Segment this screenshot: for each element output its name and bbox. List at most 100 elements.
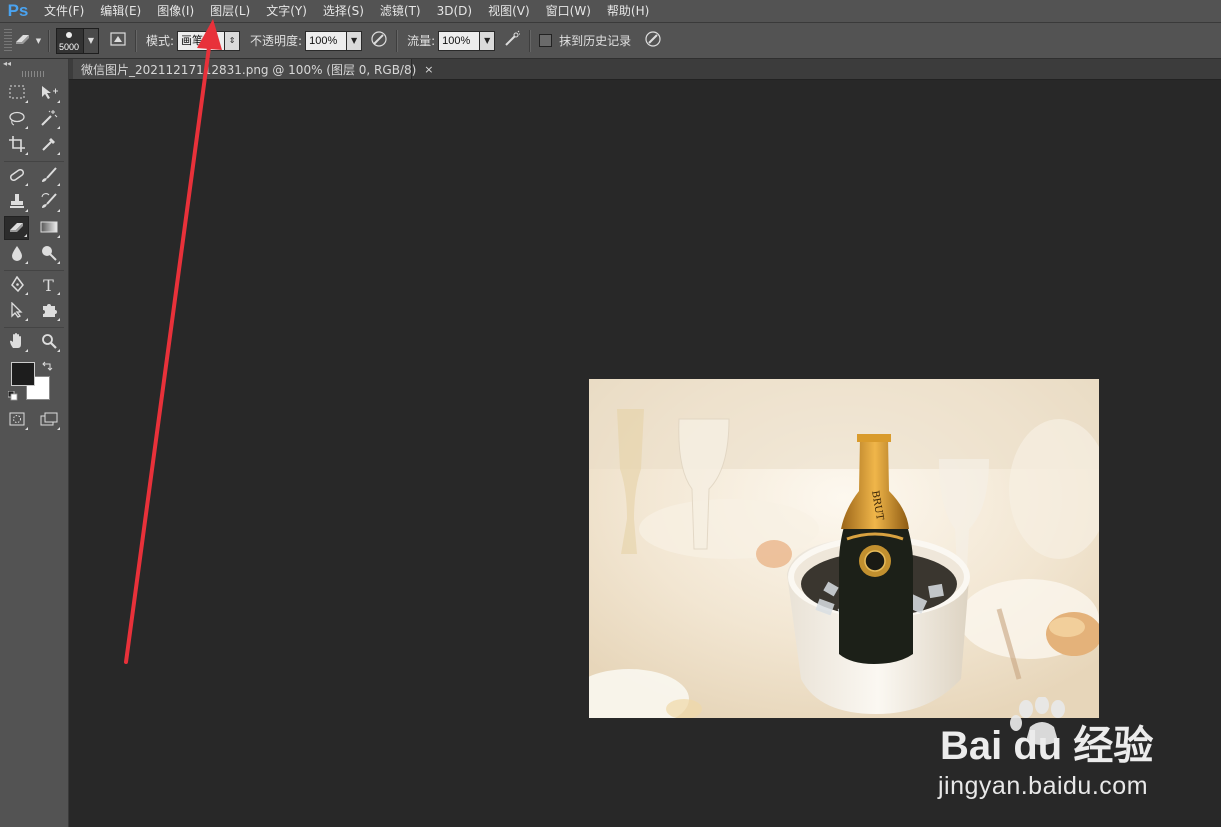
move-icon <box>40 84 58 103</box>
gradient-tool[interactable] <box>36 216 61 240</box>
brush-panel-toggle[interactable] <box>107 30 129 52</box>
options-bar: ▼ 5000 ▼ 模式: 画笔 ⇕ 不透明度: 100% ▼ 流量: 100% … <box>0 23 1221 59</box>
marquee-icon <box>9 85 25 102</box>
eyedropper-tool[interactable] <box>36 133 61 157</box>
menu-filter[interactable]: 滤镜(T) <box>372 0 429 22</box>
document-tab[interactable]: 微信图片_20211217112831.png @ 100% (图层 0, RG… <box>73 59 434 79</box>
options-bar-grip[interactable] <box>4 28 12 53</box>
pressure-size-icon <box>644 30 662 51</box>
arrow-cursor-icon <box>10 300 24 321</box>
divider <box>48 29 50 52</box>
foreground-color[interactable] <box>11 362 35 386</box>
crop-icon <box>8 135 25 155</box>
blur-tool[interactable] <box>4 242 29 266</box>
mode-select[interactable]: 画笔 ⇕ <box>177 30 241 51</box>
magic-wand-tool[interactable] <box>36 107 61 131</box>
flow-label: 流量: <box>407 34 436 48</box>
airbrush-button[interactable] <box>501 30 523 52</box>
brush-panel-icon <box>110 31 126 50</box>
menu-type[interactable]: 文字(Y) <box>258 0 315 22</box>
custom-shape-tool[interactable] <box>36 299 61 323</box>
brush-preset-picker[interactable]: 5000 <box>56 27 84 54</box>
history-brush-icon <box>40 192 58 212</box>
path-selection-tool[interactable] <box>4 299 29 323</box>
document-tab-title[interactable]: 微信图片_20211217112831.png @ 100% (图层 0, RG… <box>73 61 416 78</box>
history-brush-tool[interactable] <box>36 190 61 214</box>
divider <box>4 327 64 328</box>
photoshop-logo[interactable]: Ps <box>2 0 34 22</box>
brush-size-value: 5000 <box>59 41 80 52</box>
pressure-pen-icon <box>370 30 388 51</box>
divider <box>4 270 64 271</box>
pen-tool[interactable] <box>4 273 29 297</box>
move-tool[interactable] <box>36 81 61 105</box>
divider <box>135 29 137 52</box>
stamp-icon <box>9 193 25 212</box>
puzzle-shape-icon <box>40 302 58 321</box>
bandage-icon <box>8 167 26 186</box>
magnifier-icon <box>41 333 57 352</box>
menu-image[interactable]: 图像(I) <box>149 0 202 22</box>
opacity-control[interactable]: 100% ▼ <box>305 30 363 51</box>
watermark-brand: Bai du 经验 <box>940 724 1153 768</box>
menu-select[interactable]: 选择(S) <box>315 0 372 22</box>
mode-label: 模式: <box>146 34 175 48</box>
screen-mode-button[interactable] <box>36 408 61 432</box>
quick-mask-button[interactable] <box>4 408 29 432</box>
size-pressure-button[interactable] <box>642 30 664 52</box>
type-icon: T <box>43 275 54 295</box>
toolbox-grip[interactable] <box>22 71 46 77</box>
champagne-photo: BRUT <box>589 379 1099 718</box>
opacity-dropdown-arrow[interactable]: ▼ <box>347 30 363 51</box>
marquee-tool[interactable] <box>4 81 29 105</box>
magic-wand-icon <box>40 109 58 130</box>
tool-preset-picker[interactable]: ▼ <box>12 30 42 52</box>
healing-brush-tool[interactable] <box>4 164 29 188</box>
eyedropper-icon <box>41 136 57 155</box>
brush-preset-dropdown[interactable]: ▼ <box>84 27 99 54</box>
document-tab-bar: 微信图片_20211217112831.png @ 100% (图层 0, RG… <box>69 59 1221 80</box>
eraser-icon <box>8 220 26 237</box>
watermark-url: jingyan.baidu.com <box>938 772 1149 800</box>
flow-dropdown-arrow[interactable]: ▼ <box>480 30 496 51</box>
menu-edit[interactable]: 编辑(E) <box>92 0 149 22</box>
swap-colors-icon[interactable] <box>41 360 53 375</box>
lasso-tool[interactable] <box>4 107 29 131</box>
opacity-input[interactable]: 100% <box>305 30 348 51</box>
type-tool[interactable]: T <box>36 273 61 297</box>
flow-control[interactable]: 100% ▼ <box>438 30 496 51</box>
toolbox: ◂◂ T <box>0 59 69 827</box>
brush-tip-icon <box>66 31 72 38</box>
droplet-icon <box>10 245 24 264</box>
document-image[interactable]: BRUT <box>589 379 1099 718</box>
clone-stamp-tool[interactable] <box>4 190 29 214</box>
menu-help[interactable]: 帮助(H) <box>599 0 657 22</box>
eraser-tool[interactable] <box>4 216 30 240</box>
erase-to-history-checkbox[interactable] <box>539 34 553 47</box>
menu-view[interactable]: 视图(V) <box>480 0 538 22</box>
zoom-tool[interactable] <box>36 330 61 354</box>
close-icon[interactable]: × <box>424 63 433 76</box>
menu-layer[interactable]: 图层(L) <box>202 0 258 22</box>
mode-value[interactable]: 画笔 <box>177 30 226 51</box>
lasso-icon <box>8 110 26 129</box>
quick-mask-icon <box>9 412 25 429</box>
hand-tool[interactable] <box>4 330 29 354</box>
default-colors-icon[interactable] <box>7 390 18 404</box>
airbrush-icon <box>503 30 521 51</box>
menu-3d[interactable]: 3D(D) <box>429 0 480 22</box>
opacity-label: 不透明度: <box>250 34 303 48</box>
crop-tool[interactable] <box>4 133 29 157</box>
flow-input[interactable]: 100% <box>438 30 481 51</box>
toolbox-collapse[interactable]: ◂◂ <box>0 59 68 69</box>
erase-to-history-label: 抹到历史记录 <box>559 34 632 48</box>
opacity-pressure-button[interactable] <box>368 30 390 52</box>
dodge-tool[interactable] <box>36 242 61 266</box>
brush-tool[interactable] <box>36 164 61 188</box>
brush-icon <box>40 166 58 186</box>
divider <box>396 29 399 52</box>
chevron-down-icon: ▼ <box>35 36 42 45</box>
menu-file[interactable]: 文件(F) <box>36 0 92 22</box>
mode-dropdown-arrow[interactable]: ⇕ <box>225 30 241 51</box>
menu-window[interactable]: 窗口(W) <box>538 0 599 22</box>
